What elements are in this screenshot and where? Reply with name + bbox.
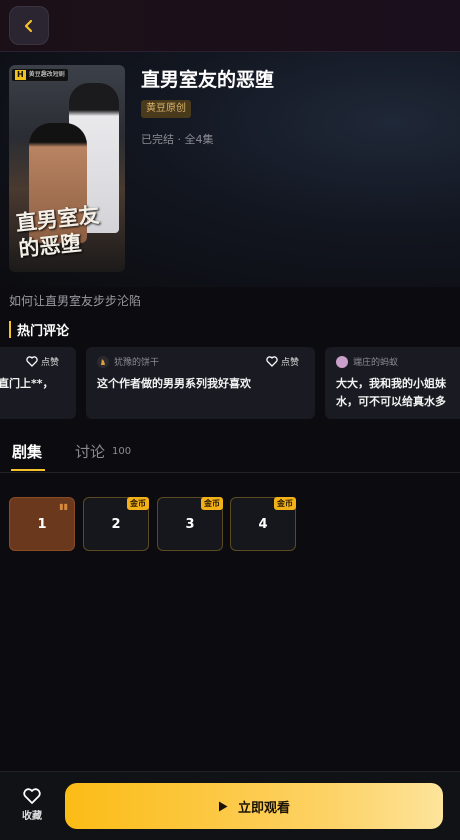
like-label: 点赞	[41, 358, 60, 368]
favorite-label: 收藏	[22, 811, 42, 822]
bottom-action-bar: 收藏 立即观看	[0, 771, 460, 840]
comment-text: 直门上**，	[0, 377, 54, 390]
coin-badge: 金币	[201, 497, 223, 510]
active-tab-indicator	[11, 469, 45, 471]
poster-brand-badge: H 黄豆趣改短剧	[12, 69, 68, 81]
comment-card[interactable]: 犹豫的饼干 点赞 这个作者做的男男系列我好喜欢	[86, 347, 315, 419]
episode-number: 4	[258, 516, 268, 532]
comment-text: 这个作者做的男男系列我好喜欢	[97, 377, 251, 390]
user-avatar-icon	[97, 355, 109, 368]
poster-title: 直男室友 的恶堕	[15, 200, 124, 263]
episode-number: 3	[185, 516, 195, 532]
watch-now-button[interactable]: 立即观看	[65, 783, 443, 829]
back-button[interactable]	[9, 6, 49, 45]
like-button[interactable]: 点赞	[26, 355, 59, 368]
comment-user: 端庄的蚂蚁	[336, 355, 398, 368]
comments-carousel[interactable]: 点赞 直门上**， 犹豫的饼干 点赞 这个作者做的男男系列我好喜欢 端庄的蚂蚁 …	[0, 347, 460, 419]
hot-comments-header: 热门评论	[9, 320, 69, 339]
episode-button[interactable]: ▮▮ 1	[9, 497, 75, 551]
favorite-button[interactable]: 收藏	[14, 788, 50, 822]
comment-username: 犹豫的饼干	[114, 358, 160, 368]
drama-description: 如何让直男室友步步沦陷	[9, 294, 142, 308]
discuss-count: 100	[112, 446, 132, 457]
episode-number: 1	[37, 516, 47, 532]
comment-text-line: 大大，我和我的小姐妹	[336, 377, 446, 390]
episode-number: 2	[111, 516, 121, 532]
like-button[interactable]: 点赞	[266, 355, 299, 368]
tab-discuss[interactable]: 讨论	[75, 441, 105, 462]
episode-status: 已完结 · 全4集	[141, 133, 214, 146]
content-tabs: 剧集 讨论 100	[0, 437, 460, 473]
drama-title: 直男室友的恶堕	[141, 69, 275, 91]
section-accent-bar	[9, 321, 11, 338]
heart-icon	[23, 788, 41, 804]
poster-badge-text: 黄豆趣改短剧	[28, 71, 65, 78]
heart-icon	[26, 356, 38, 367]
user-avatar-icon	[336, 355, 348, 368]
coin-badge: 金币	[274, 497, 296, 510]
tab-episodes[interactable]: 剧集	[12, 441, 42, 462]
play-icon	[218, 801, 228, 811]
top-bar	[0, 0, 460, 52]
drama-poster[interactable]: H 黄豆趣改短剧 直男室友 的恶堕	[9, 65, 125, 272]
comment-card[interactable]: 端庄的蚂蚁 大大，我和我的小姐妹 水，可不可以给真水多	[325, 347, 460, 419]
comment-card[interactable]: 点赞 直门上**，	[0, 347, 76, 419]
chevron-left-icon	[24, 19, 33, 32]
comment-text: 大大，我和我的小姐妹 水，可不可以给真水多	[336, 375, 446, 411]
playing-indicator-icon: ▮▮	[59, 502, 68, 511]
comment-text-line: 水，可不可以给真水多	[336, 395, 446, 408]
episode-button[interactable]: 金币 2	[83, 497, 149, 551]
like-label: 点赞	[281, 358, 300, 368]
heart-icon	[266, 356, 278, 367]
watch-now-label: 立即观看	[237, 800, 290, 816]
hot-comments-title: 热门评论	[17, 324, 70, 339]
original-tag: 黄豆原创	[141, 100, 191, 118]
comment-user: 犹豫的饼干	[97, 355, 159, 368]
coin-badge: 金币	[127, 497, 149, 510]
comment-username: 端庄的蚂蚁	[353, 358, 399, 368]
poster-badge-letter: H	[15, 70, 26, 80]
episode-button[interactable]: 金币 4	[230, 497, 296, 551]
episode-button[interactable]: 金币 3	[157, 497, 223, 551]
